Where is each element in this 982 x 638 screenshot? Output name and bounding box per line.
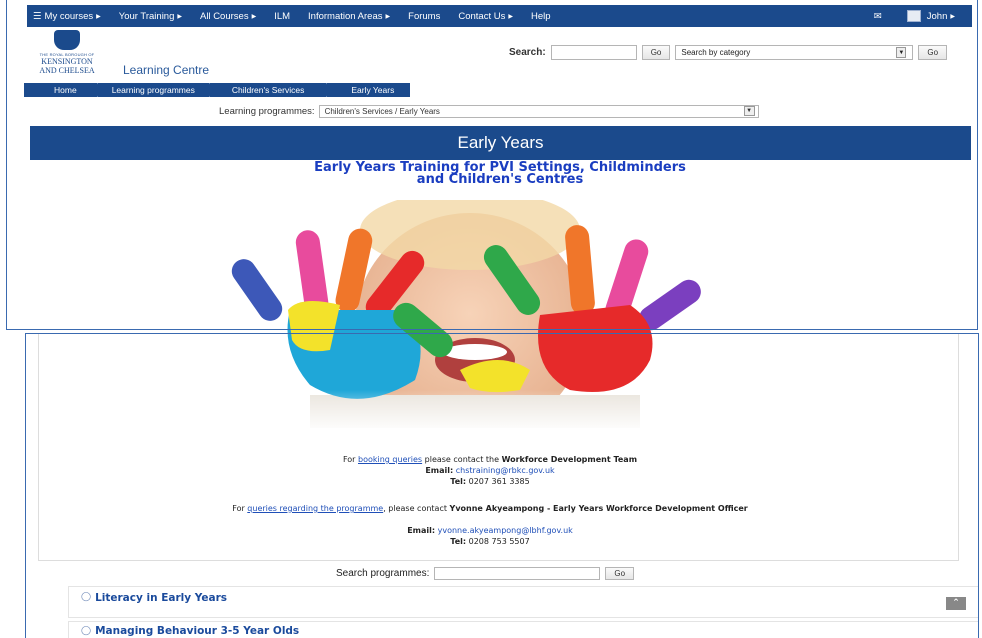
- email-link[interactable]: chstraining@rbkc.gov.uk: [456, 466, 555, 475]
- avatar: [906, 10, 921, 22]
- collapse-icon[interactable]: ⌃: [946, 597, 966, 610]
- programme-label: Learning programmes:: [219, 106, 315, 117]
- nav-your-training[interactable]: Your Training ▶: [110, 11, 191, 22]
- caret-right-icon: ▶: [251, 13, 257, 20]
- programme-contact-details: Email: yvonne.akyeampong@lbhf.gov.uk Tel…: [407, 526, 573, 546]
- dropdown-arrow-icon: ▼: [896, 47, 907, 58]
- search-label: Search:: [509, 47, 546, 58]
- nav-information-areas[interactable]: Information Areas ▶: [299, 11, 399, 22]
- booking-queries-link[interactable]: booking queries: [358, 455, 422, 464]
- nav-contact-us[interactable]: Contact Us ▶: [449, 11, 522, 22]
- top-nav-bar: ☰ My courses ▶ Your Training ▶ All Cours…: [27, 5, 972, 27]
- menu-icon: ☰: [33, 10, 42, 22]
- programme-search: Search programmes: Go: [336, 567, 635, 580]
- nav-help[interactable]: Help: [522, 11, 560, 22]
- programme-search-label: Search programmes:: [336, 568, 430, 579]
- breadcrumb-childrens-services[interactable]: Children's Services: [208, 83, 332, 97]
- user-menu[interactable]: John ▶: [898, 10, 964, 22]
- dropdown-arrow-icon: ▼: [743, 106, 755, 116]
- nav-my-courses[interactable]: ☰ My courses ▶: [27, 11, 110, 22]
- category-select[interactable]: Search by category ▼: [675, 45, 914, 60]
- nav-all-courses[interactable]: All Courses ▶: [191, 11, 265, 22]
- caret-right-icon: ▶: [385, 13, 391, 20]
- breadcrumb-learning-programmes[interactable]: Learning programmes: [96, 83, 215, 97]
- search-input[interactable]: [550, 45, 637, 60]
- caret-right-icon: ▶: [177, 13, 182, 20]
- breadcrumb: Home Learning programmes Children's Serv…: [24, 83, 411, 97]
- phone-number: 0207 361 3385: [468, 477, 530, 486]
- programme-contact: For queries regarding the programme, ple…: [232, 504, 748, 513]
- course-item[interactable]: ◯ Managing Behaviour 3-5 Year Olds: [68, 621, 979, 638]
- breadcrumb-early-years: Early Years: [326, 83, 411, 97]
- programme-select[interactable]: Children's Services / Early Years ▼: [318, 105, 759, 118]
- programme-selector: Learning programmes: Children's Services…: [219, 105, 759, 118]
- programme-queries-link[interactable]: queries regarding the programme: [247, 504, 383, 513]
- booking-contact: For booking queries please contact the W…: [342, 455, 638, 486]
- mail-icon[interactable]: ✉: [874, 11, 882, 22]
- site-search: Search: Go Search by category ▼ Go: [509, 45, 948, 60]
- nav-ilm[interactable]: ILM: [265, 11, 299, 22]
- council-logo[interactable]: THE ROYAL BOROUGH OF KENSINGTON AND CHEL…: [27, 30, 107, 75]
- category-go-button[interactable]: Go: [918, 45, 948, 60]
- site-header: THE ROYAL BOROUGH OF KENSINGTON AND CHEL…: [27, 27, 972, 83]
- email-link[interactable]: yvonne.akyeampong@lbhf.gov.uk: [438, 526, 573, 535]
- crest-icon: [54, 30, 80, 50]
- programme-search-input[interactable]: [434, 567, 601, 580]
- course-icon: ◯: [81, 592, 92, 602]
- breadcrumb-home[interactable]: Home: [24, 83, 102, 97]
- nav-forums[interactable]: Forums: [399, 11, 449, 22]
- search-go-button[interactable]: Go: [641, 45, 671, 60]
- phone-number: 0208 753 5507: [468, 537, 530, 546]
- programme-heading: Early Years Training for PVI Settings, C…: [314, 160, 686, 187]
- course-item[interactable]: ◯ Literacy in Early Years ⌃: [68, 586, 979, 618]
- programme-search-button[interactable]: Go: [605, 567, 635, 580]
- page-title: Early Years: [30, 126, 971, 160]
- site-title[interactable]: Learning Centre: [123, 63, 209, 77]
- course-icon: ◯: [81, 626, 92, 636]
- caret-right-icon: ▶: [508, 13, 513, 20]
- caret-right-icon: ▶: [950, 13, 955, 20]
- caret-right-icon: ▶: [96, 13, 101, 20]
